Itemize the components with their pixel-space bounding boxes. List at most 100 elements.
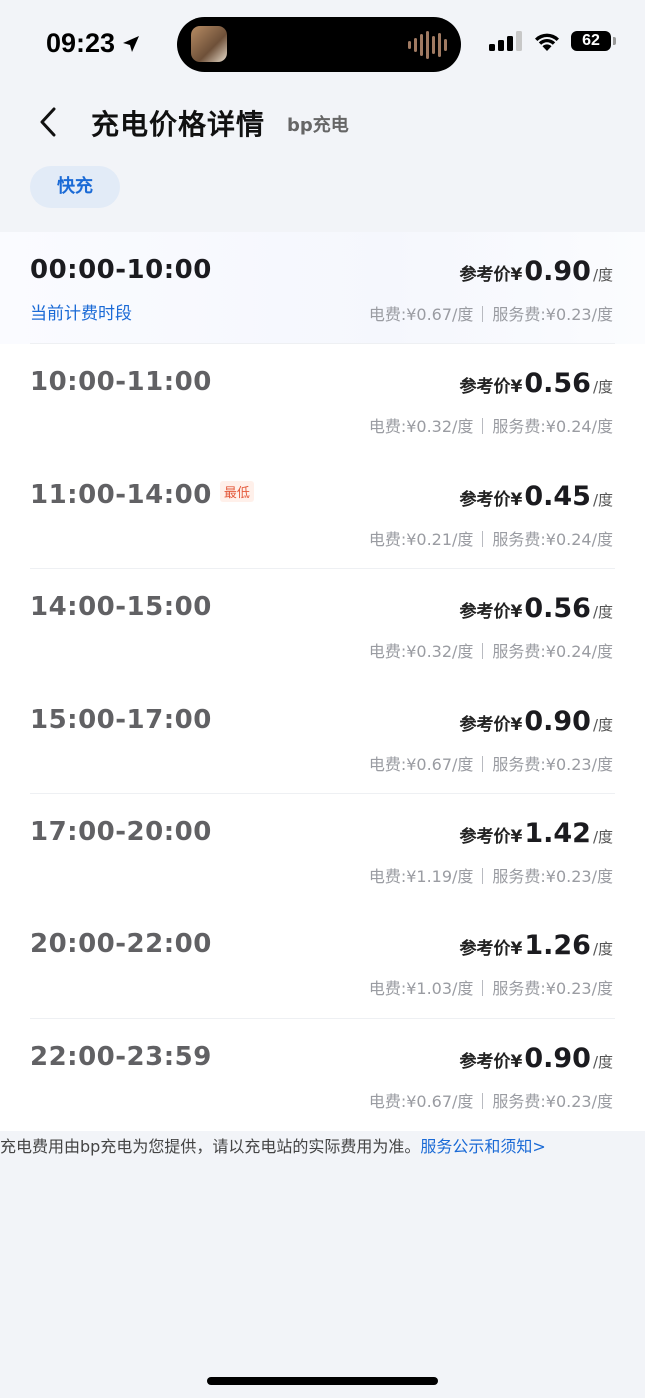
ref-price-unit: /度 [592, 266, 613, 284]
reference-price: 参考价¥ 1.42 /度 [459, 818, 613, 849]
service-fee: 服务费:¥0.23/度 [492, 979, 613, 999]
service-fee: 服务费:¥0.23/度 [492, 866, 613, 886]
electricity-fee: 电费:¥0.67/度 [368, 754, 474, 774]
footer-note: 充电费用由bp充电为您提供，请以充电站的实际费用为准。服务公示和须知> [0, 1133, 546, 1157]
ref-price-label: 参考价¥ [459, 489, 523, 510]
service-fee: 服务费:¥0.24/度 [492, 642, 613, 662]
period-time: 20:00-22:00 [30, 929, 212, 960]
service-fee: 服务费:¥0.24/度 [492, 417, 613, 437]
home-indicator[interactable] [207, 1377, 438, 1385]
fee-breakdown: 电费:¥0.32/度 服务费:¥0.24/度 [369, 413, 613, 437]
period-time: 14:00-15:00 [30, 592, 212, 623]
price-row: 10:00-11:00 参考价¥ 0.56 /度 电费:¥0.32/度 服务费:¥… [0, 344, 645, 456]
ref-price-value: 0.90 [524, 1042, 591, 1074]
ref-price-unit: /度 [592, 940, 613, 959]
period-time: 22:00-23:59 [30, 1041, 212, 1072]
price-row: 22:00-23:59 参考价¥ 0.90 /度 电费:¥0.67/度 服务费:¥… [0, 1019, 645, 1131]
location-arrow-icon [123, 35, 140, 52]
ref-price-unit: /度 [592, 490, 613, 509]
fee-breakdown: 电费:¥0.32/度 服务费:¥0.24/度 [369, 638, 613, 662]
reference-price: 参考价¥ 0.90 /度 [459, 706, 613, 737]
system-icons: 62 [489, 31, 616, 51]
electricity-fee: 电费:¥0.32/度 [368, 642, 474, 662]
electricity-fee: 电费:¥0.32/度 [368, 417, 474, 437]
ref-price-value: 0.90 [524, 256, 591, 287]
cellular-signal-icon [489, 31, 522, 51]
reference-price: 参考价¥ 0.45 /度 [459, 481, 613, 512]
period-time: 17:00-20:00 [30, 816, 212, 847]
divider [482, 306, 484, 322]
period-time: 00:00-10:00 [30, 255, 212, 285]
audio-waveform-icon [408, 30, 447, 60]
divider [482, 418, 484, 435]
reference-price: 参考价¥ 1.26 /度 [459, 930, 613, 961]
period-time-text: 11:00-14:00 [30, 479, 212, 510]
ref-price-unit: /度 [592, 1052, 613, 1071]
ref-price-unit: /度 [592, 378, 613, 397]
service-fee: 服务费:¥0.23/度 [492, 1091, 613, 1111]
service-notice-link[interactable]: 服务公示和须知> [420, 1137, 545, 1156]
service-fee: 服务费:¥0.23/度 [492, 754, 613, 774]
dynamic-island[interactable] [177, 17, 461, 72]
ref-price-value: 0.45 [524, 480, 591, 512]
divider [482, 980, 484, 997]
fee-breakdown: 电费:¥1.19/度 服务费:¥0.23/度 [369, 863, 613, 887]
service-fee: 服务费:¥0.23/度 [492, 305, 613, 324]
page-title: 充电价格详情 [91, 108, 266, 141]
electricity-fee: 电费:¥0.67/度 [368, 1091, 474, 1111]
ref-price-label: 参考价¥ [459, 265, 523, 285]
ref-price-label: 参考价¥ [459, 826, 523, 847]
ref-price-value: 1.26 [524, 930, 591, 962]
lowest-price-badge: 最低 [219, 480, 254, 502]
ref-price-label: 参考价¥ [459, 1051, 523, 1072]
divider [482, 530, 484, 547]
ref-price-value: 0.56 [524, 368, 591, 400]
fee-breakdown: 电费:¥0.67/度 服务费:¥0.23/度 [369, 751, 613, 775]
clock: 09:23 [46, 28, 116, 58]
current-period-label: 当前计费时段 [30, 304, 132, 324]
reference-price: 参考价¥ 0.90 /度 [459, 1043, 613, 1074]
electricity-fee: 电费:¥1.19/度 [368, 866, 474, 886]
chevron-left-icon [40, 107, 56, 137]
price-row: 14:00-15:00 参考价¥ 0.56 /度 电费:¥0.32/度 服务费:¥… [0, 569, 645, 681]
divider [482, 867, 484, 884]
footer-disclaimer: 充电费用由bp充电为您提供，请以充电站的实际费用为准。 [0, 1137, 421, 1156]
back-button[interactable] [26, 100, 70, 144]
price-row: 15:00-17:00 参考价¥ 0.90 /度 电费:¥0.67/度 服务费:¥… [0, 682, 645, 794]
electricity-fee: 电费:¥0.67/度 [368, 305, 474, 324]
tab-fast-charge[interactable]: 快充 [30, 166, 120, 208]
ref-price-unit: /度 [592, 827, 613, 846]
status-bar: 09:23 62 [0, 0, 645, 90]
divider [482, 1092, 484, 1109]
reference-price: 参考价¥ 0.56 /度 [459, 593, 613, 624]
period-time: 11:00-14:00 最低 [30, 480, 254, 510]
period-time: 10:00-11:00 [30, 367, 212, 398]
reference-price: 参考价¥ 0.56 /度 [459, 368, 613, 399]
wifi-icon [535, 33, 559, 51]
ref-price-label: 参考价¥ [459, 602, 523, 623]
battery-icon: 62 [571, 31, 616, 51]
price-period-list: 00:00-10:00 当前计费时段 参考价¥ 0.90 /度 电费:¥0.67… [0, 232, 645, 1131]
price-row-lowest: 11:00-14:00 最低 参考价¥ 0.45 /度 电费:¥0.21/度 服务费… [0, 457, 645, 570]
fee-breakdown: 电费:¥0.67/度 服务费:¥0.23/度 [369, 301, 613, 325]
ref-price-value: 0.90 [524, 705, 591, 737]
ref-price-value: 0.56 [524, 593, 591, 625]
reference-price: 参考价¥ 0.90 /度 [459, 256, 613, 287]
status-time: 09:23 [46, 28, 141, 59]
operator-name: bp充电 [287, 115, 349, 136]
fee-breakdown: 电费:¥0.67/度 服务费:¥0.23/度 [369, 1088, 613, 1112]
electricity-fee: 电费:¥1.03/度 [368, 979, 474, 999]
price-row: 17:00-20:00 参考价¥ 1.42 /度 电费:¥1.19/度 服务费:¥… [0, 794, 645, 906]
ref-price-unit: /度 [592, 715, 613, 734]
period-time: 15:00-17:00 [30, 704, 212, 735]
ref-price-label: 参考价¥ [459, 377, 523, 398]
fee-breakdown: 电费:¥0.21/度 服务费:¥0.24/度 [369, 526, 613, 550]
fee-breakdown: 电费:¥1.03/度 服务费:¥0.23/度 [369, 975, 613, 999]
electricity-fee: 电费:¥0.21/度 [368, 529, 474, 549]
now-playing-artwork [191, 26, 227, 62]
ref-price-label: 参考价¥ [459, 939, 523, 960]
service-fee: 服务费:¥0.24/度 [492, 529, 613, 549]
ref-price-unit: /度 [592, 603, 613, 622]
battery-level: 62 [582, 32, 600, 49]
ref-price-label: 参考价¥ [459, 714, 523, 735]
